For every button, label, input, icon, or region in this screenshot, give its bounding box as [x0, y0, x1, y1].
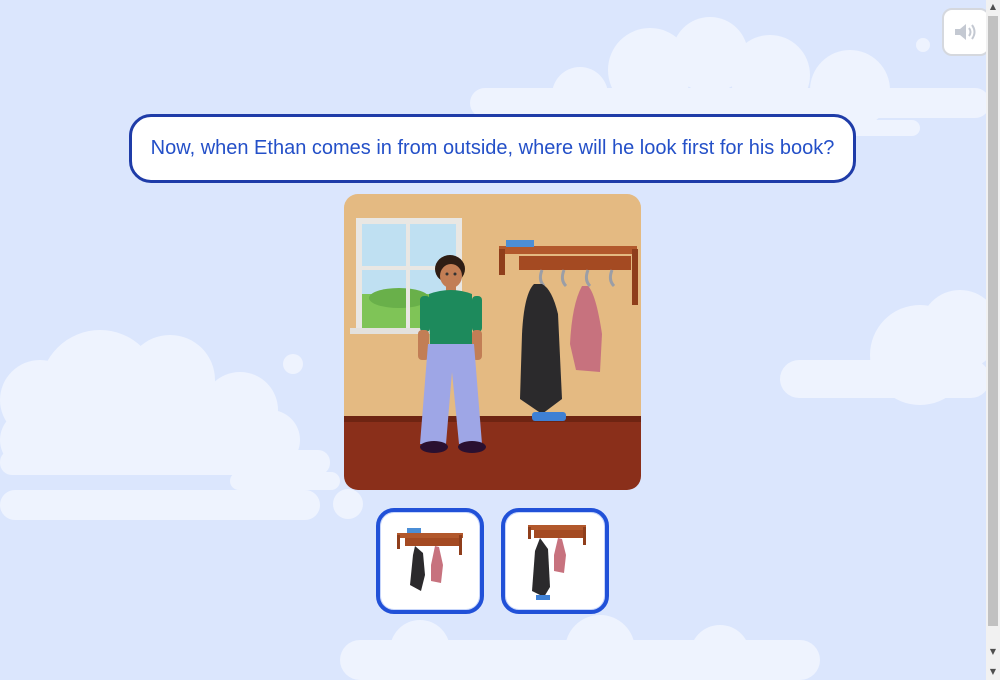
question-prompt: Now, when Ethan comes in from outside, w…	[129, 114, 856, 183]
speaker-icon	[955, 24, 976, 40]
room-scene-illustration	[344, 194, 641, 490]
choice-shelf-top[interactable]	[376, 508, 484, 614]
room-scene-image	[344, 194, 641, 490]
question-text: Now, when Ethan comes in from outside, w…	[150, 137, 835, 159]
scroll-down-arrow[interactable]: ▼	[986, 645, 1000, 659]
scrollbar-thumb[interactable]	[988, 16, 998, 626]
choice-floor[interactable]	[501, 508, 609, 614]
shelf-with-book-on-top-icon	[397, 528, 463, 591]
scroll-down-arrow-2[interactable]: ▼	[986, 665, 1000, 679]
shelf-with-book-on-floor-icon	[528, 525, 586, 600]
sound-button[interactable]	[942, 8, 990, 56]
scroll-up-arrow[interactable]: ▲	[986, 0, 1000, 14]
